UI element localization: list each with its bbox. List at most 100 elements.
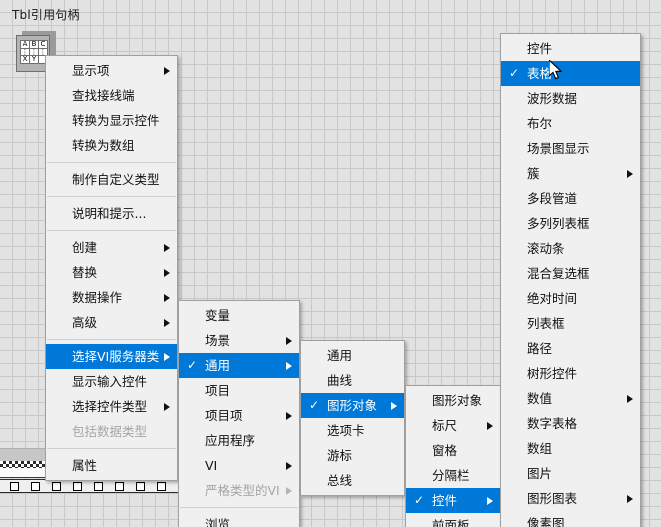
menu-item-label: 转换为显示控件 [72,113,160,128]
menu-item[interactable]: 波形数据 [501,86,640,111]
menu-item-label: 查找接线端 [72,88,135,103]
menu-item-label: 图形对象 [327,398,378,413]
submenu-arrow-icon [164,352,170,361]
menu-item-label: 列表框 [527,316,565,331]
menu-item[interactable]: 显示项 [46,58,177,83]
menu-item[interactable]: 标尺 [406,413,500,438]
menu-item[interactable]: 制作自定义类型 [46,167,177,192]
menu-item-label: VI [205,458,218,473]
menu-separator [47,448,176,449]
control-class-submenu[interactable]: 控件 ✓ 表格波形数据布尔场景图显示簇多段管道 多列列表框 滚动条混合复选框绝对时间列表… [500,33,641,527]
menu-item[interactable]: 绝对时间 [501,286,640,311]
menu-item[interactable]: 数组 [501,436,640,461]
menu-item[interactable]: 图片 [501,461,640,486]
terminal-cell: ⋮ [30,48,38,56]
menu-item[interactable]: 查找接线端 [46,83,177,108]
menu-item[interactable]: 选项卡 [301,418,404,443]
menu-item[interactable]: ✓ 图形对象 [301,393,404,418]
menu-item[interactable]: 控件 [501,36,640,61]
menu-item-label: 曲线 [327,373,353,388]
menu-item[interactable]: 曲线 [301,368,404,393]
menu-item[interactable]: 路径 [501,336,640,361]
menu-item[interactable]: 转换为显示控件 [46,108,177,133]
menu-item-label: 选项卡 [327,423,365,438]
menu-item-label: 波形数据 [527,91,578,106]
checkbox-glyph [94,481,103,491]
context-menu[interactable]: 显示项查找接线端转换为显示控件转换为数组制作自定义类型说明和提示... 创建替换数… [45,55,178,481]
menu-item[interactable]: 滚动条 [501,236,640,261]
menu-item[interactable]: 树形控件 [501,361,640,386]
menu-item[interactable]: 通用 [301,343,404,368]
menu-item[interactable]: 场景 [179,328,299,353]
menu-item-label: 总线 [327,473,353,488]
menu-item[interactable]: 游标 [301,443,404,468]
submenu-arrow-icon [286,486,292,495]
menu-item[interactable]: 像素图 [501,511,640,527]
menu-item-label: 包括数据类型 [72,424,148,439]
menu-item[interactable]: 选择控件类型 [46,394,177,419]
check-icon: ✓ [414,493,425,507]
check-icon: ✓ [309,398,320,412]
menu-item-label: 创建 [72,240,98,255]
menu-item[interactable]: 窗格 [406,438,500,463]
menu-item: 包括数据类型 [46,419,177,444]
menu-item[interactable]: VI [179,453,299,478]
menu-separator [47,339,176,340]
submenu-arrow-icon [627,494,633,503]
submenu-arrow-icon [164,243,170,252]
menu-item[interactable]: ✓ 控件 [406,488,500,513]
menu-item[interactable]: 分隔栏 [406,463,500,488]
menu-item[interactable]: 替换 [46,260,177,285]
menu-item[interactable]: 布尔 [501,111,640,136]
menu-item-label: 场景图显示 [527,141,590,156]
menu-item-label: 说明和提示... [72,206,147,221]
checkbox-glyph [157,481,166,491]
menu-item[interactable]: 多列列表框 [501,211,640,236]
terminal-cell: A [21,41,29,48]
menu-item-label: 路径 [527,341,553,356]
menu-item[interactable]: 图形图表 [501,486,640,511]
generic-submenu[interactable]: 通用曲线 ✓ 图形对象选项卡游标总线 [300,340,405,496]
menu-item[interactable]: 前面板 [406,513,500,527]
menu-item[interactable]: 总线 [301,468,404,493]
menu-item[interactable]: 属性 [46,453,177,478]
submenu-arrow-icon [164,268,170,277]
menu-item-label: 混合复选框 [527,266,590,281]
menu-item[interactable]: 多段管道 [501,186,640,211]
menu-item[interactable]: 创建 [46,235,177,260]
menu-item[interactable]: ✓ 通用 [179,353,299,378]
menu-item[interactable]: 数据操作 [46,285,177,310]
terminal-cell-grid: A B C ⋮ ⋮ ⋮ X Y [20,40,48,64]
menu-item[interactable]: ✓ 表格 [501,61,640,86]
menu-item[interactable]: 说明和提示... [46,201,177,226]
menu-item[interactable]: 显示输入控件 [46,369,177,394]
menu-item[interactable]: 簇 [501,161,640,186]
submenu-arrow-icon [164,66,170,75]
menu-item[interactable]: 项目 [179,378,299,403]
vi-server-class-submenu[interactable]: 变量 场景 ✓ 通用 项目 项目项 应用程序 VI 严格类型的VI 浏览... [178,300,300,527]
menu-item[interactable]: 混合复选框 [501,261,640,286]
menu-item-label: 严格类型的VI [205,483,280,498]
terminal-cell: ⋮ [21,48,29,56]
menu-item[interactable]: 选择VI服务器类 [46,344,177,369]
terminal-cell: X [21,56,29,63]
menu-item[interactable]: 数字表格 [501,411,640,436]
menu-item[interactable]: 项目项 [179,403,299,428]
menu-item[interactable]: 转换为数组 [46,133,177,158]
submenu-arrow-icon [286,361,292,370]
submenu-arrow-icon [487,496,493,505]
menu-item-label: 像素图 [527,516,565,527]
menu-item[interactable]: 列表框 [501,311,640,336]
submenu-arrow-icon [627,394,633,403]
menu-item[interactable]: 变量 [179,303,299,328]
menu-item-label: 属性 [72,458,98,473]
front-panel-canvas: Tbl引用句柄 A B C ⋮ ⋮ ⋮ X Y 显示项 查找接线端 转换为显示控… [0,0,661,527]
menu-item[interactable]: 图形对象 [406,388,500,413]
menu-item[interactable]: 浏览... [179,512,299,527]
menu-item[interactable]: 高级 [46,310,177,335]
menu-item[interactable]: 应用程序 [179,428,299,453]
menu-item[interactable]: 数值 [501,386,640,411]
graphics-object-submenu[interactable]: 图形对象标尺窗格分隔栏✓控件前面板修饰 [405,385,501,527]
menu-item-label: 窗格 [432,443,458,458]
menu-item[interactable]: 场景图显示 [501,136,640,161]
